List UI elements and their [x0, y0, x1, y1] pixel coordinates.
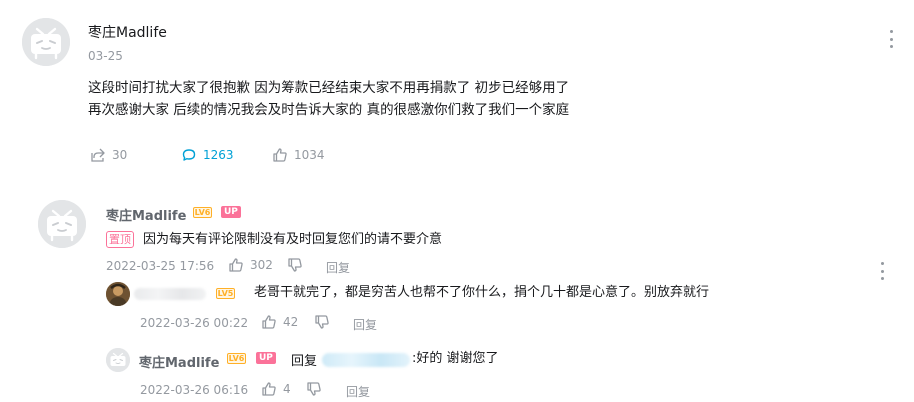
- pinned-badge: 置顶: [106, 231, 134, 248]
- pinned-reply-button[interactable]: 回复: [326, 259, 350, 276]
- pinned-like-count: 302: [250, 258, 273, 272]
- thumb-down-icon: [314, 314, 330, 330]
- thumb-down-icon: [306, 381, 322, 397]
- share-icon: [90, 147, 106, 163]
- reply-1-dislike-button[interactable]: [314, 314, 330, 330]
- pinned-datetime: 2022-03-25 17:56: [106, 259, 215, 273]
- pinned-like-button[interactable]: 302: [228, 257, 273, 273]
- user-photo-avatar: [106, 282, 130, 306]
- share-count: 30: [112, 148, 128, 162]
- like-count: 1034: [294, 148, 325, 162]
- like-button[interactable]: 1034: [272, 147, 325, 163]
- thumb-up-icon: [261, 314, 277, 330]
- more-icon[interactable]: [888, 30, 894, 48]
- pinned-username[interactable]: 枣庄Madlife: [106, 205, 186, 224]
- tv-avatar-icon: [22, 18, 70, 66]
- avatar[interactable]: [22, 18, 70, 66]
- reply-2-like-button[interactable]: 4: [261, 381, 291, 397]
- reply-1-reply-button[interactable]: 回复: [353, 316, 377, 333]
- level-badge: LV6: [193, 207, 212, 218]
- thumb-up-icon: [228, 257, 244, 273]
- reply-2-reply-button[interactable]: 回复: [346, 383, 370, 400]
- tv-avatar-icon: [38, 200, 86, 248]
- comment-button[interactable]: 1263: [181, 147, 234, 163]
- up-badge: UP: [221, 206, 241, 218]
- reply-2-dislike-button[interactable]: [306, 381, 322, 397]
- main-username[interactable]: 枣庄Madlife: [88, 22, 167, 42]
- level-badge: LV5: [216, 288, 235, 299]
- reply-1-datetime: 2022-03-26 00:22: [140, 316, 249, 330]
- up-badge: UP: [256, 352, 276, 364]
- reply-2-datetime: 2022-03-26 06:16: [140, 383, 249, 397]
- reply-1-text: 老哥干就完了，都是穷苦人也帮不了你什么，捐个几十都是心意了。别放弃就行: [254, 285, 710, 300]
- thumb-up-icon: [261, 381, 277, 397]
- reply-2-like-count: 4: [283, 382, 291, 396]
- reply-target-username-blurred[interactable]: [322, 353, 410, 367]
- tv-avatar-icon: [106, 348, 130, 372]
- main-content-line-1: 这段时间打扰大家了很抱歉 因为筹款已经结束大家不用再捐款了 初步已经够用了: [88, 80, 570, 96]
- comment-count: 1263: [203, 148, 234, 162]
- reply-2-username[interactable]: 枣庄Madlife: [139, 352, 219, 371]
- avatar[interactable]: [106, 348, 130, 372]
- thumb-down-icon: [287, 257, 303, 273]
- pinned-dislike-button[interactable]: [287, 257, 303, 273]
- reply-prefix: 回复: [291, 354, 318, 369]
- avatar[interactable]: [106, 282, 130, 306]
- reply-2-text: :好的 谢谢您了: [412, 351, 499, 366]
- avatar[interactable]: [38, 200, 86, 248]
- reply-1-like-count: 42: [283, 315, 299, 329]
- pinned-text: 因为每天有评论限制没有及时回复您们的请不要介意: [143, 232, 443, 247]
- share-button[interactable]: 30: [90, 147, 127, 163]
- comment-icon: [181, 147, 197, 163]
- main-date: 03-25: [88, 49, 123, 63]
- level-badge: LV6: [227, 353, 246, 364]
- reply-1-username-blurred[interactable]: [134, 288, 206, 300]
- main-content-line-2: 再次感谢大家 后续的情况我会及时告诉大家的 真的很感激你们救了我们一个家庭: [88, 102, 570, 118]
- thumb-up-icon: [272, 147, 288, 163]
- reply-1-like-button[interactable]: 42: [261, 314, 298, 330]
- more-icon[interactable]: [879, 262, 885, 280]
